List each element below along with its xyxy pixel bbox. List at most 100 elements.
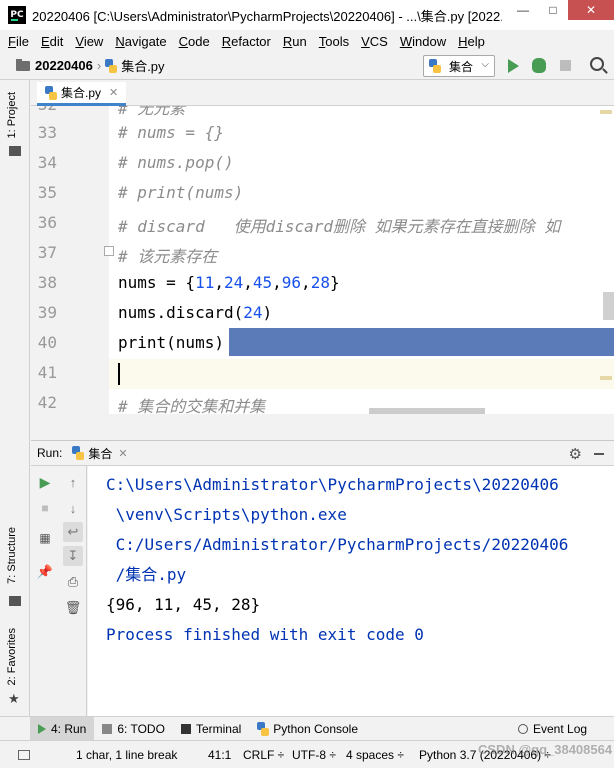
- editor-tab[interactable]: 集合.py ✕: [37, 82, 127, 106]
- line-number: 36: [37, 213, 57, 232]
- line-number: 34: [37, 153, 57, 172]
- menu-code[interactable]: Code: [179, 34, 210, 49]
- python-file-icon: [105, 58, 118, 73]
- close-tab-icon[interactable]: ✕: [109, 86, 118, 99]
- layout-toggle-icon[interactable]: [18, 750, 30, 760]
- event-log-icon: [518, 723, 528, 734]
- up-arrow-icon[interactable]: ↑: [63, 472, 83, 492]
- code-editor[interactable]: # 无元素 # nums = {} # nums.pop() # print(n…: [109, 106, 614, 414]
- folder-icon: [16, 58, 30, 71]
- run-icon[interactable]: [508, 59, 519, 73]
- run-tab-label: 集合: [88, 446, 113, 461]
- line-number: 42: [37, 393, 57, 412]
- breadcrumb-file[interactable]: 集合.py: [121, 56, 164, 75]
- text-caret: [118, 363, 120, 385]
- trash-icon[interactable]: 🗑: [63, 598, 83, 618]
- console-line: Process finished with exit code 0: [106, 625, 424, 644]
- close-tab-icon[interactable]: ✕: [118, 447, 127, 460]
- menu-file[interactable]: File: [8, 34, 29, 49]
- print-icon[interactable]: ⎙: [63, 572, 83, 592]
- tool-run[interactable]: 4: Run: [30, 716, 95, 741]
- code-line: # print(nums): [118, 183, 244, 202]
- pycharm-logo-icon: PC: [8, 6, 26, 24]
- line-number: 41: [37, 363, 57, 382]
- line-number: 40: [37, 333, 57, 352]
- line-number: 37: [37, 243, 57, 262]
- menu-navigate[interactable]: Navigate: [115, 34, 166, 49]
- console-line: C:\Users\Administrator\PycharmProjects\2…: [106, 475, 559, 494]
- tool-event-log[interactable]: Event Log: [510, 717, 595, 741]
- soft-wrap-icon[interactable]: ↩: [63, 522, 83, 542]
- text-selection: [229, 328, 614, 356]
- menu-edit[interactable]: Edit: [41, 34, 63, 49]
- minimize-icon[interactable]: —: [508, 0, 538, 20]
- tool-terminal[interactable]: Terminal: [173, 717, 249, 741]
- tab-structure[interactable]: 7: Structure: [6, 527, 18, 584]
- error-stripe-mark[interactable]: [600, 110, 612, 114]
- code-line: print(nums): [118, 333, 224, 352]
- console-line: /集合.py: [106, 565, 187, 584]
- breadcrumb-separator: ›: [96, 58, 102, 73]
- line-number: 38: [37, 273, 57, 292]
- navigation-bar: 20220406 › 集合.py: [0, 52, 614, 80]
- run-panel-title: Run:: [37, 446, 63, 460]
- code-line: # 无元素: [118, 106, 186, 118]
- fold-icon[interactable]: [104, 246, 114, 256]
- left-tool-strip: 1: Project 7: Structure 2: Favorites ★: [0, 80, 30, 740]
- run-icon: [38, 723, 46, 734]
- window-title: 20220406 [C:\Users\Administrator\Pycharm…: [32, 8, 502, 24]
- tab-favorites[interactable]: 2: Favorites: [6, 628, 18, 685]
- console-line: \venv\Scripts\python.exe: [106, 505, 347, 524]
- close-icon[interactable]: ✕: [568, 0, 614, 20]
- code-line: # 集合的交集和并集: [118, 397, 266, 414]
- file-encoding[interactable]: UTF-8 ÷: [292, 748, 336, 762]
- tool-python-console[interactable]: Python Console: [249, 717, 366, 741]
- menu-run[interactable]: Run: [283, 34, 307, 49]
- stop-icon[interactable]: ■: [35, 498, 55, 518]
- menu-window[interactable]: Window: [400, 34, 446, 49]
- run-tab[interactable]: 集合 ✕: [72, 445, 128, 462]
- search-icon[interactable]: [590, 57, 604, 71]
- project-icon: [9, 146, 21, 156]
- line-separator[interactable]: CRLF ÷: [243, 748, 284, 762]
- horizontal-scrollbar[interactable]: [369, 408, 485, 414]
- caret-position[interactable]: 41:1: [208, 748, 231, 762]
- tab-project[interactable]: 1: Project: [6, 92, 18, 138]
- menu-help[interactable]: Help: [458, 34, 485, 49]
- tool-todo-label: 6: TODO: [117, 721, 165, 736]
- gear-icon[interactable]: ⚙: [569, 445, 582, 463]
- breadcrumb-project[interactable]: 20220406: [35, 58, 93, 73]
- scroll-to-end-icon[interactable]: ↧: [63, 546, 83, 566]
- run-side-toolbar: ▶ ↑ ■ ↓ ↩ ▦ ↧ 📌 ⎙ 🗑: [31, 466, 87, 716]
- stop-icon[interactable]: [560, 60, 571, 71]
- menu-view[interactable]: View: [75, 34, 103, 49]
- menu-refactor[interactable]: Refactor: [222, 34, 271, 49]
- code-line: nums.discard(24): [118, 303, 273, 322]
- window-controls: — □ ✕: [508, 0, 614, 20]
- pin-icon[interactable]: 📌: [35, 562, 55, 582]
- chevron-down-icon: ⌵: [481, 59, 489, 70]
- menu-vcs[interactable]: VCS: [361, 34, 388, 49]
- debug-icon[interactable]: [532, 58, 546, 73]
- menu-tools[interactable]: Tools: [319, 34, 349, 49]
- down-arrow-icon[interactable]: ↓: [63, 498, 83, 518]
- rerun-icon[interactable]: ▶: [35, 472, 55, 492]
- breadcrumb: 20220406 › 集合.py: [16, 56, 165, 75]
- indent-setting[interactable]: 4 spaces ÷: [346, 748, 404, 762]
- tool-run-label: 4: Run: [51, 721, 87, 736]
- line-number: 32: [31, 106, 57, 114]
- current-line-highlight: [109, 359, 614, 389]
- console-line: {96, 11, 45, 28}: [106, 595, 261, 614]
- console-output[interactable]: C:\Users\Administrator\PycharmProjects\2…: [88, 466, 614, 716]
- error-stripe-mark[interactable]: [600, 376, 612, 380]
- layout-icon[interactable]: ▦: [35, 528, 55, 548]
- code-line: # 该元素存在: [118, 247, 218, 266]
- maximize-icon[interactable]: □: [538, 0, 568, 20]
- tool-todo[interactable]: 6: TODO: [94, 717, 173, 741]
- run-configuration-select[interactable]: 集合 ⌵: [423, 55, 495, 77]
- status-message: 1 char, 1 line break: [76, 748, 178, 762]
- code-line: # nums.pop(): [118, 153, 234, 172]
- vertical-scrollbar[interactable]: [603, 292, 614, 320]
- hide-panel-icon[interactable]: [594, 453, 604, 455]
- tool-python-console-label: Python Console: [273, 721, 359, 736]
